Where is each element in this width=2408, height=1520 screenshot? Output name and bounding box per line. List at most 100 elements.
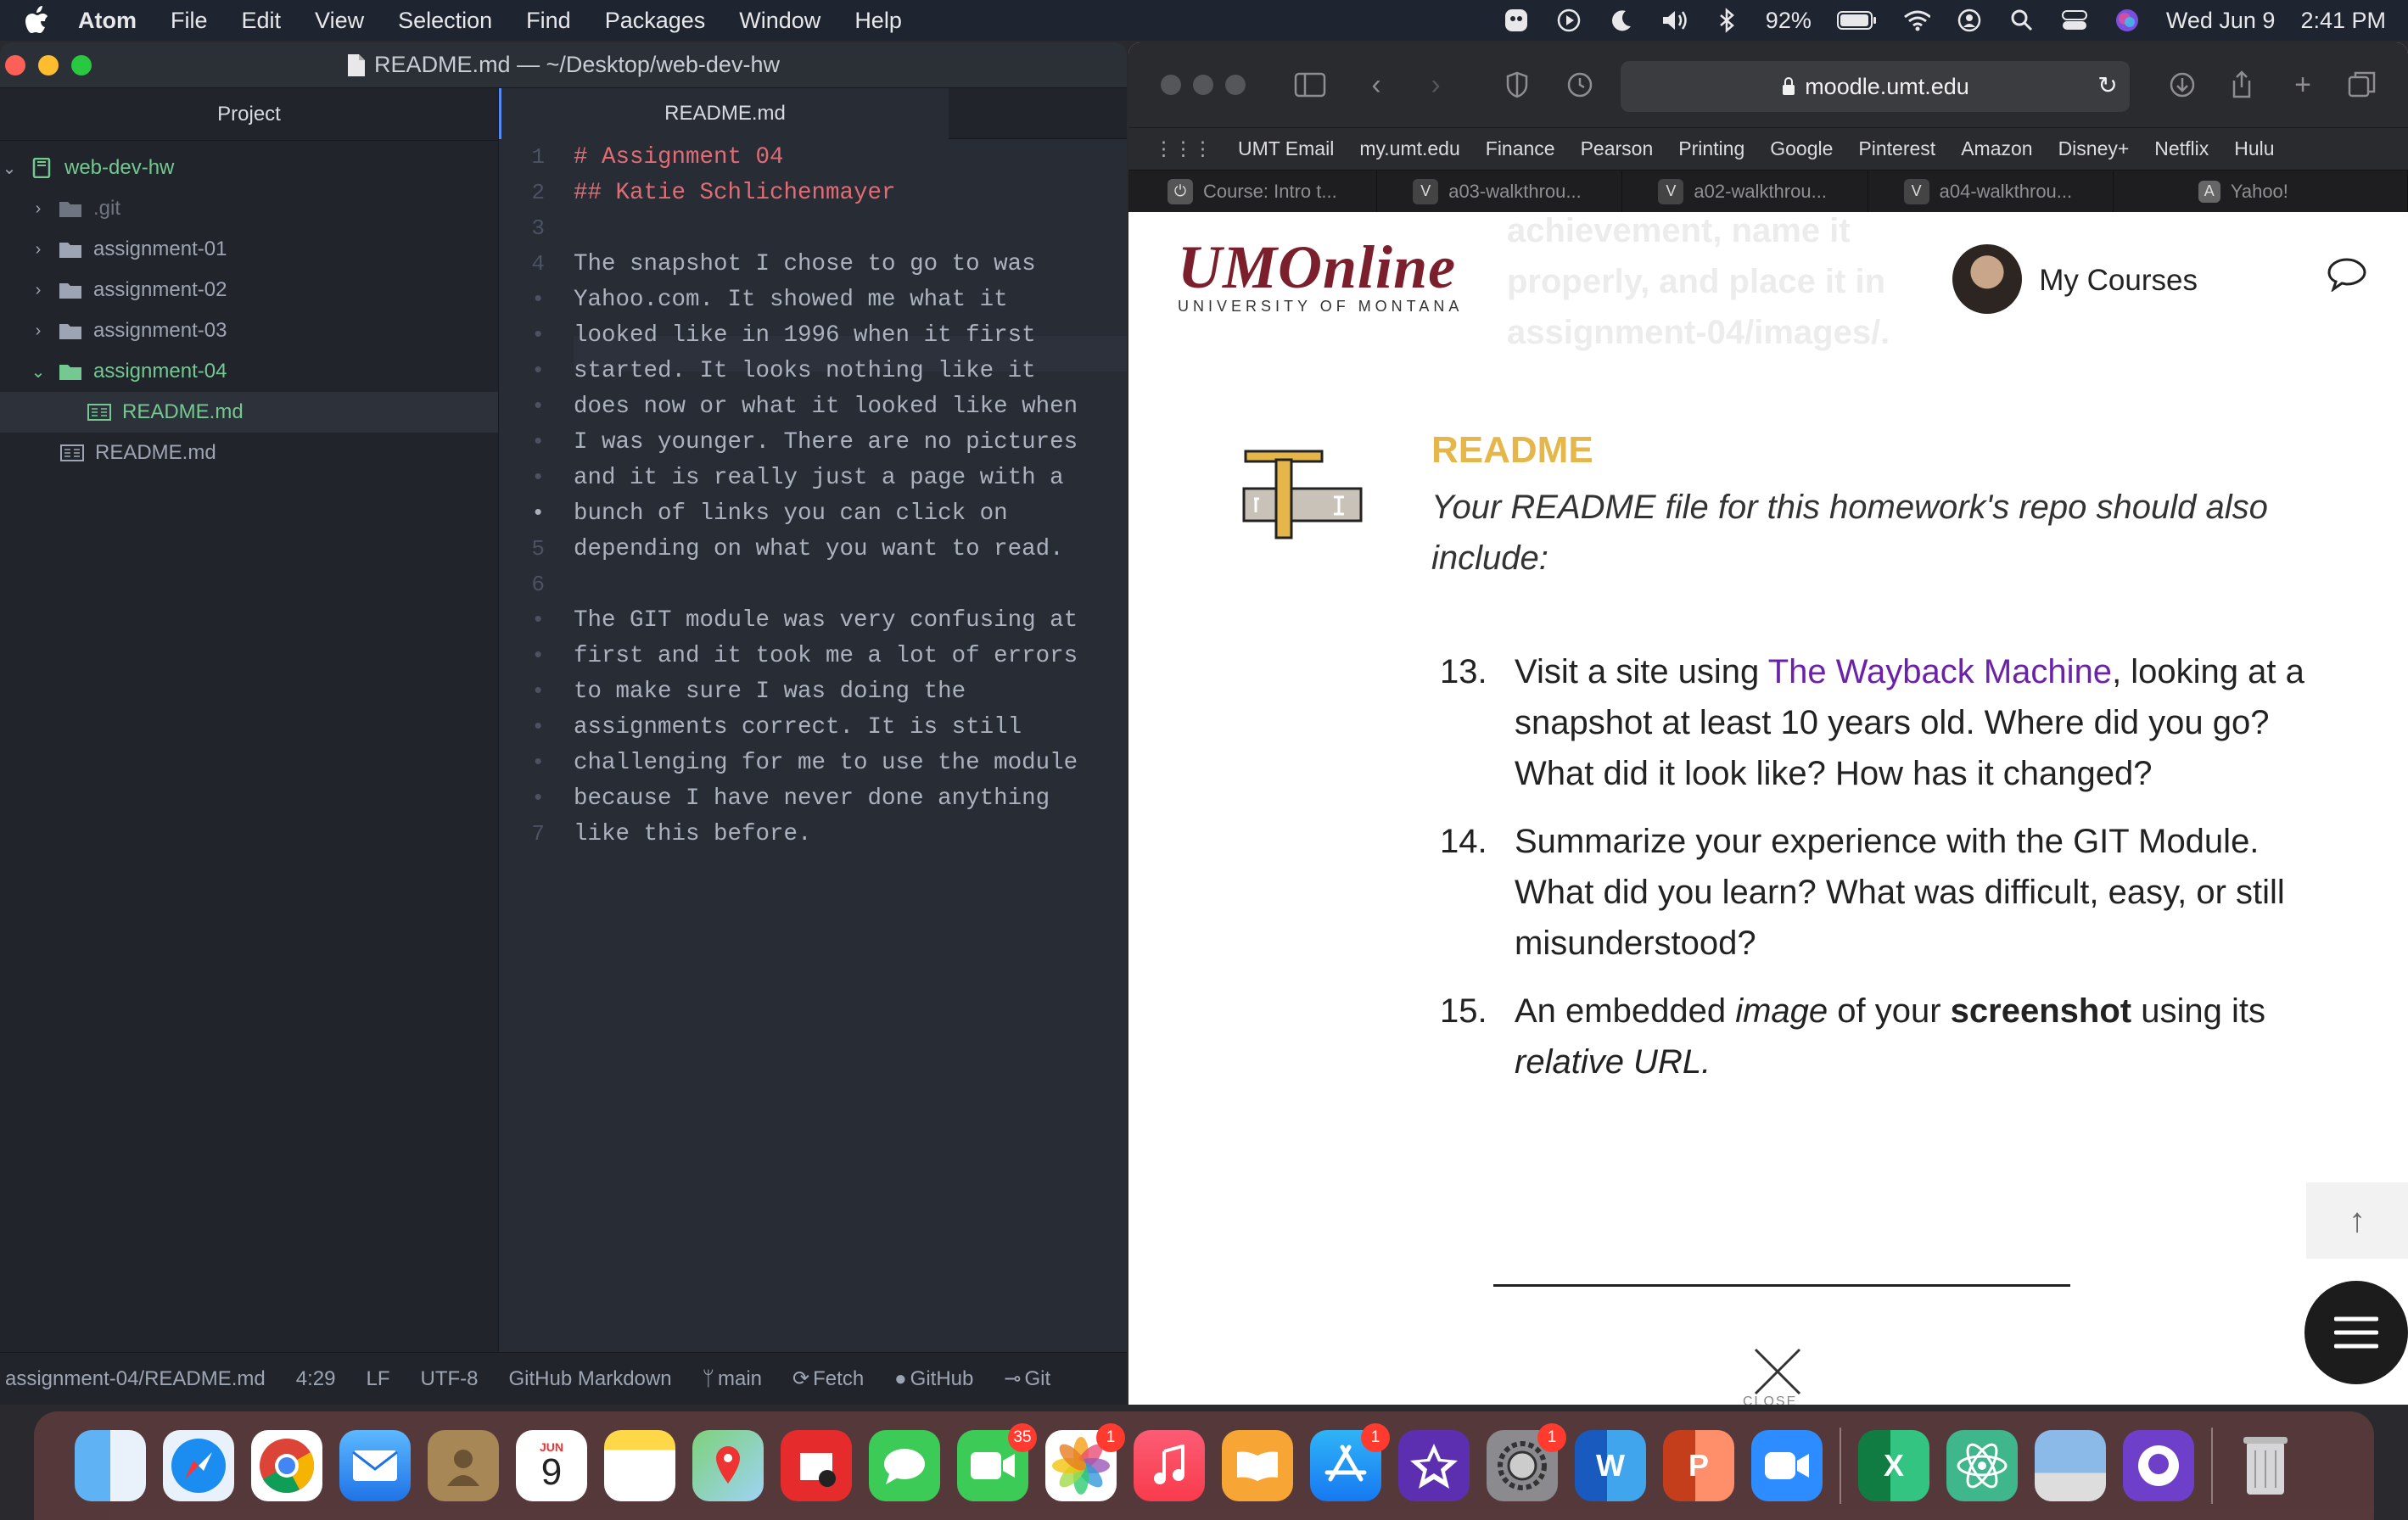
code-line[interactable]: assignments correct. It is still bbox=[574, 714, 1022, 740]
web-page[interactable]: achievement, name it properly, and place… bbox=[1128, 214, 2408, 1405]
new-tab-plus-icon[interactable]: + bbox=[2286, 66, 2320, 103]
atom-icon[interactable] bbox=[1946, 1430, 2018, 1501]
favorite-amazon[interactable]: Amazon bbox=[1961, 137, 2032, 160]
messages-icon[interactable] bbox=[869, 1430, 940, 1501]
trash-icon[interactable] bbox=[2230, 1430, 2301, 1501]
status-line-ending[interactable]: LF bbox=[367, 1367, 390, 1391]
calendar-icon[interactable]: JUN 9 bbox=[516, 1430, 587, 1501]
favorite-pinterest[interactable]: Pinterest bbox=[1858, 137, 1935, 160]
back-icon[interactable]: ‹ bbox=[1359, 66, 1393, 103]
favorite-netflix[interactable]: Netflix bbox=[2154, 137, 2209, 160]
spotlight-search-icon[interactable] bbox=[2008, 7, 2036, 34]
status-git[interactable]: ⊸ Git bbox=[1004, 1366, 1050, 1391]
menu-app-atom[interactable]: Atom bbox=[78, 8, 137, 34]
code-line[interactable]: bunch of links you can click on bbox=[574, 500, 1008, 527]
menubar-date[interactable]: Wed Jun 9 bbox=[2166, 8, 2276, 34]
chevron-right-icon[interactable]: › bbox=[29, 199, 48, 219]
tree-folder-assignment-04[interactable]: ⌄ assignment-04 bbox=[0, 351, 498, 392]
chevron-right-icon[interactable]: › bbox=[29, 281, 48, 300]
menu-help[interactable]: Help bbox=[854, 8, 902, 34]
close-label[interactable]: CLOSE bbox=[1743, 1394, 1797, 1405]
finder-icon[interactable] bbox=[75, 1430, 146, 1501]
play-icon[interactable] bbox=[1555, 7, 1582, 34]
status-cursor-position[interactable]: 4:29 bbox=[296, 1367, 336, 1391]
tree-folder-assignment-01[interactable]: › assignment-01 bbox=[0, 229, 498, 270]
chevron-down-icon[interactable]: ⌄ bbox=[29, 361, 48, 383]
tree-folder-assignment-02[interactable]: › assignment-02 bbox=[0, 270, 498, 310]
code-line[interactable]: The snapshot I chose to go to was bbox=[574, 251, 1036, 277]
code-line[interactable]: and it is really just a page with a bbox=[574, 465, 1064, 491]
zoom-icon[interactable] bbox=[1751, 1430, 1823, 1501]
scroll-to-top-arrow-icon[interactable]: ↑ bbox=[2306, 1182, 2408, 1259]
editor-tab-readme[interactable]: README.md bbox=[499, 88, 949, 139]
code-line[interactable]: first and it took me a lot of errors bbox=[574, 643, 1078, 669]
powerpoint-icon[interactable]: P bbox=[1663, 1430, 1734, 1501]
word-icon[interactable]: W bbox=[1575, 1430, 1646, 1501]
menu-edit[interactable]: Edit bbox=[242, 8, 282, 34]
volume-icon[interactable] bbox=[1660, 7, 1688, 34]
excel-icon[interactable]: X bbox=[1858, 1430, 1929, 1501]
code-line[interactable]: to make sure I was doing the bbox=[574, 679, 966, 705]
chevron-right-icon[interactable]: › bbox=[29, 240, 48, 260]
maps-icon[interactable] bbox=[692, 1430, 764, 1501]
close-window-button[interactable] bbox=[1161, 75, 1181, 95]
status-encoding[interactable]: UTF-8 bbox=[421, 1367, 479, 1391]
control-center-icon[interactable] bbox=[2061, 7, 2088, 34]
bluetooth-icon[interactable] bbox=[1713, 7, 1740, 34]
code-line[interactable]: does now or what it looked like when bbox=[574, 394, 1078, 420]
umonline-logo[interactable]: UMOnline UNIVERSITY OF MONTANA bbox=[1178, 232, 1463, 316]
address-bar[interactable]: moodle.umt.edu bbox=[1621, 61, 2130, 112]
safari-tab-course[interactable]: ⏻ Course: Intro t... bbox=[1128, 170, 1378, 212]
moon-icon[interactable] bbox=[1608, 7, 1635, 34]
battery-icon[interactable] bbox=[1836, 7, 1878, 34]
favorite-umt-email[interactable]: UMT Email bbox=[1238, 137, 1334, 160]
user-icon[interactable] bbox=[1956, 7, 1983, 34]
project-tree-header[interactable]: Project bbox=[0, 88, 498, 141]
status-file-path[interactable]: assignment-04/README.md bbox=[5, 1367, 266, 1391]
safari-icon[interactable] bbox=[163, 1430, 234, 1501]
code-line[interactable]: started. It looks nothing like it bbox=[574, 358, 1036, 384]
tree-file-assignment-readme[interactable]: README.md bbox=[0, 392, 498, 433]
tab-overview-icon[interactable] bbox=[2345, 66, 2379, 103]
imovie-icon[interactable] bbox=[1398, 1430, 1470, 1501]
menu-find[interactable]: Find bbox=[526, 8, 571, 34]
favorite-finance[interactable]: Finance bbox=[1486, 137, 1555, 160]
photo-booth-icon[interactable] bbox=[781, 1430, 852, 1501]
editor-pane[interactable]: README.md 1 2 3 4 • • • • • • • 5 6 • • … bbox=[499, 88, 1127, 1352]
notes-icon[interactable] bbox=[604, 1430, 675, 1501]
sidebar-toggle-icon[interactable] bbox=[1293, 66, 1327, 103]
siri-icon[interactable] bbox=[2114, 7, 2141, 34]
my-courses-link[interactable]: My Courses bbox=[1952, 244, 2198, 314]
chevron-right-icon[interactable]: › bbox=[29, 321, 48, 341]
share-icon[interactable] bbox=[2225, 66, 2259, 103]
favorite-pearson[interactable]: Pearson bbox=[1581, 137, 1654, 160]
music-icon[interactable] bbox=[1134, 1430, 1205, 1501]
menu-window[interactable]: Window bbox=[739, 8, 820, 34]
tree-root-web-dev-hw[interactable]: ⌄ web-dev-hw bbox=[0, 148, 498, 188]
status-fetch[interactable]: ⟳ Fetch bbox=[792, 1366, 864, 1391]
wifi-icon[interactable] bbox=[1903, 7, 1930, 34]
chrome-icon[interactable] bbox=[251, 1430, 322, 1501]
safari-tab-a04[interactable]: Va04-walkthrou... bbox=[1868, 170, 2114, 212]
apple-icon[interactable] bbox=[22, 5, 53, 36]
code-line[interactable]: like this before. bbox=[574, 821, 812, 847]
hamburger-menu-button[interactable] bbox=[2304, 1281, 2408, 1384]
menubar-time[interactable]: 2:41 PM bbox=[2300, 8, 2386, 34]
wayback-machine-link[interactable]: The Wayback Machine bbox=[1768, 653, 2112, 690]
favorite-google[interactable]: Google bbox=[1770, 137, 1833, 160]
github-desktop-icon[interactable] bbox=[2123, 1430, 2194, 1501]
chat-bubble-icon[interactable] bbox=[2327, 256, 2367, 292]
safari-tab-a02[interactable]: Va02-walkthrou... bbox=[1622, 170, 1868, 212]
downloads-icon[interactable] bbox=[2165, 66, 2199, 103]
code-line[interactable]: # Assignment 04 bbox=[574, 144, 784, 170]
menu-packages[interactable]: Packages bbox=[605, 8, 706, 34]
app-store-icon[interactable]: 1 bbox=[1310, 1423, 1390, 1501]
preview-icon[interactable] bbox=[2035, 1430, 2106, 1501]
code-line[interactable]: Yahoo.com. It showed me what it bbox=[574, 287, 1008, 313]
favorite-hulu[interactable]: Hulu bbox=[2234, 137, 2274, 160]
code-line[interactable]: looked like in 1996 when it first bbox=[574, 322, 1036, 349]
atom-titlebar[interactable]: README.md — ~/Desktop/web-dev-hw bbox=[0, 42, 1127, 88]
code-line[interactable]: The GIT module was very confusing at bbox=[574, 607, 1078, 634]
favorite-printing[interactable]: Printing bbox=[1678, 137, 1744, 160]
safari-tab-a03[interactable]: Va03-walkthrou... bbox=[1377, 170, 1623, 212]
